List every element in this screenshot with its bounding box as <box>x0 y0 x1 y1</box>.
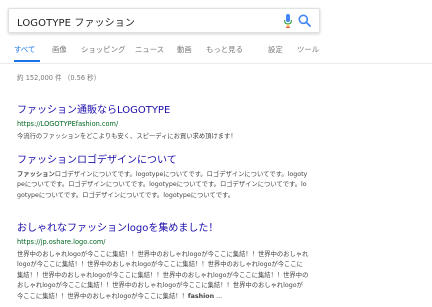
tab-settings[interactable]: 設定 <box>268 44 283 55</box>
snippet-text: ロゴデザインについてです。logotypeについてです。ロゴデザインについてです… <box>17 171 308 199</box>
search-box[interactable]: LOGOTYPE ファッション <box>8 8 320 33</box>
result-snippet: ファッションロゴデザインについてです。logotypeについてです。ロゴデザイン… <box>17 170 309 201</box>
microphone-icon[interactable] <box>283 14 293 28</box>
result-title-link[interactable]: ファッション通販ならLOGOTYPE <box>17 104 317 117</box>
result-snippet: 世界中のおしゃれlogoが今ここに集結！！世界中のおしゃれlogoが今ここに集結… <box>17 250 309 302</box>
result-snippet: 今流行のファッションをどこよりも安く、スピーディにお買い求め頂けます！ <box>17 133 237 140</box>
search-icon[interactable] <box>298 14 311 27</box>
search-result: おしゃれなファッションlogoを集めました！ https://jp.oshare… <box>17 222 317 302</box>
tab-videos[interactable]: 動画 <box>177 44 192 55</box>
snippet-bold-term: ファッション <box>17 171 55 178</box>
tab-more[interactable]: もっと見る <box>206 44 243 55</box>
tab-shopping[interactable]: ショッピング <box>81 44 125 55</box>
search-tabs: すべて 画像 ショッピング ニュース 動画 もっと見る 設定 ツール <box>0 33 432 64</box>
tab-news[interactable]: ニュース <box>135 44 164 55</box>
result-title-link[interactable]: おしゃれなファッションlogoを集めました！ <box>17 222 317 235</box>
snippet-text: 世界中のおしゃれlogoが今ここに集結！！世界中のおしゃれlogoが今ここに集結… <box>17 251 309 300</box>
tab-all[interactable]: すべて <box>14 44 35 55</box>
search-input[interactable]: LOGOTYPE ファッション <box>17 14 135 29</box>
tab-images[interactable]: 画像 <box>52 44 67 55</box>
active-tab-indicator <box>14 60 40 62</box>
result-title-link[interactable]: ファッションロゴデザインについて <box>17 154 317 167</box>
result-url: https://LOGOTYPEfashion.com/ <box>17 120 119 128</box>
result-stats: 約 152,000 件 （0.56 秒） <box>17 74 101 82</box>
search-result: ファッションロゴデザインについて ファッションロゴデザインについてです。logo… <box>17 154 317 201</box>
snippet-bold-term: fashion <box>187 292 215 300</box>
tab-tools[interactable]: ツール <box>297 44 319 55</box>
search-result: ファッション通販ならLOGOTYPE https://LOGOTYPEfashi… <box>17 104 317 142</box>
snippet-ellipsis: ... <box>214 292 223 300</box>
result-url: https://jp.oshare.logo.com/ <box>17 238 106 246</box>
